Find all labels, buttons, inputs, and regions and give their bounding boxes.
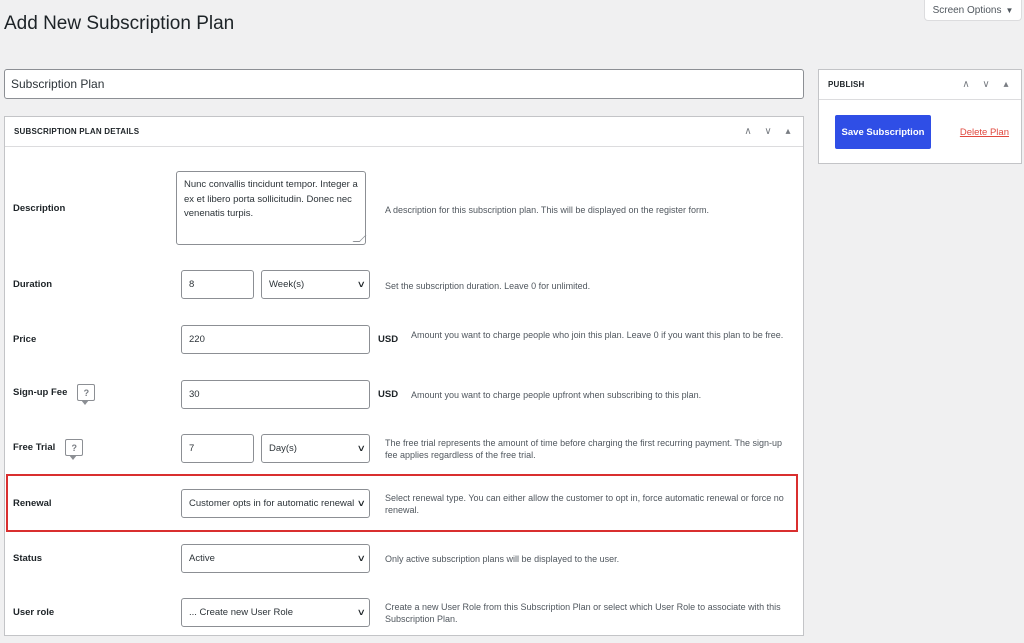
- renewal-help: Select renewal type. You can either allo…: [385, 493, 784, 516]
- duration-label: Duration: [13, 279, 53, 290]
- details-box-header: SUBSCRIPTION PLAN DETAILS ∧ ∨ ▴: [5, 117, 803, 147]
- publish-box-title: PUBLISH: [828, 80, 865, 89]
- chevron-down-icon: ∨: [357, 498, 367, 508]
- price-help: Amount you want to charge people who joi…: [411, 330, 784, 340]
- free-trial-help: The free trial represents the amount of …: [385, 438, 783, 461]
- caret-down-icon: ▼: [1005, 5, 1014, 15]
- resize-handle-icon[interactable]: [352, 235, 367, 242]
- free-trial-label: Free Trial: [13, 442, 56, 453]
- signup-fee-input[interactable]: 30: [181, 380, 370, 409]
- move-up-icon[interactable]: ∧: [960, 79, 972, 90]
- status-value: Active: [189, 553, 215, 564]
- description-label: Description: [13, 203, 66, 214]
- duration-help: Set the subscription duration. Leave 0 f…: [385, 281, 591, 291]
- status-label: Status: [13, 553, 43, 564]
- renewal-select[interactable]: Customer opts in for automatic renewal ∨: [181, 489, 370, 518]
- renewal-label: Renewal: [13, 498, 52, 509]
- duration-unit-select[interactable]: Week(s) ∨: [261, 270, 370, 299]
- chevron-down-icon: ∨: [357, 607, 367, 617]
- screen-options-button[interactable]: Screen Options ▼: [924, 0, 1022, 21]
- description-textarea[interactable]: Nunc convallis tincidunt tempor. Integer…: [176, 171, 367, 245]
- details-box-title: SUBSCRIPTION PLAN DETAILS: [14, 127, 140, 136]
- user-role-value: ... Create new User Role: [189, 607, 294, 618]
- signup-fee-label-group: Sign-up Fee ?: [13, 384, 96, 405]
- description-help: A description for this subscription plan…: [385, 205, 709, 215]
- signup-fee-label: Sign-up Fee: [13, 387, 68, 398]
- signup-fee-currency: USD: [378, 389, 399, 400]
- user-role-select[interactable]: ... Create new User Role ∨: [181, 598, 370, 627]
- user-role-label: User role: [13, 607, 55, 618]
- free-trial-label-group: Free Trial ?: [13, 439, 84, 460]
- price-input[interactable]: 220: [181, 325, 370, 354]
- help-tooltip-icon[interactable]: ?: [65, 439, 84, 460]
- move-down-icon[interactable]: ∨: [980, 79, 992, 90]
- duration-input[interactable]: 8: [181, 270, 254, 299]
- delete-plan-link[interactable]: Delete Plan: [960, 127, 1009, 138]
- publish-actions: Save Subscription Delete Plan: [819, 100, 1021, 149]
- free-trial-unit-value: Day(s): [269, 443, 297, 454]
- status-help: Only active subscription plans will be d…: [385, 554, 620, 564]
- status-select[interactable]: Active ∨: [181, 544, 370, 573]
- plan-title-input[interactable]: Subscription Plan: [4, 69, 804, 99]
- user-role-help: Create a new User Role from this Subscri…: [385, 602, 781, 625]
- signup-fee-help: Amount you want to charge people upfront…: [411, 390, 702, 400]
- move-up-icon[interactable]: ∧: [742, 126, 754, 137]
- collapse-toggle-icon[interactable]: ▴: [1000, 79, 1012, 90]
- move-down-icon[interactable]: ∨: [762, 126, 774, 137]
- save-subscription-button[interactable]: Save Subscription: [835, 115, 931, 149]
- collapse-toggle-icon[interactable]: ▴: [782, 126, 794, 137]
- renewal-value: Customer opts in for automatic renewal: [189, 498, 355, 509]
- description-text: Nunc convallis tincidunt tempor. Integer…: [184, 179, 358, 220]
- page-title: Add New Subscription Plan: [4, 13, 235, 34]
- publish-box: PUBLISH ∧ ∨ ▴ Save Subscription Delete P…: [818, 69, 1022, 164]
- price-label: Price: [13, 334, 37, 345]
- free-trial-unit-select[interactable]: Day(s) ∨: [261, 434, 370, 463]
- free-trial-input[interactable]: 7: [181, 434, 254, 463]
- screen-options-label: Screen Options: [932, 4, 1002, 16]
- details-box-handles: ∧ ∨ ▴: [742, 126, 794, 137]
- publish-box-header: PUBLISH ∧ ∨ ▴: [819, 70, 1021, 100]
- chevron-down-icon: ∨: [357, 443, 367, 453]
- duration-unit-value: Week(s): [269, 279, 305, 290]
- chevron-down-icon: ∨: [357, 279, 367, 289]
- chevron-down-icon: ∨: [357, 553, 367, 563]
- publish-box-handles: ∧ ∨ ▴: [960, 79, 1012, 90]
- help-tooltip-icon[interactable]: ?: [77, 384, 96, 405]
- price-currency: USD: [378, 334, 399, 345]
